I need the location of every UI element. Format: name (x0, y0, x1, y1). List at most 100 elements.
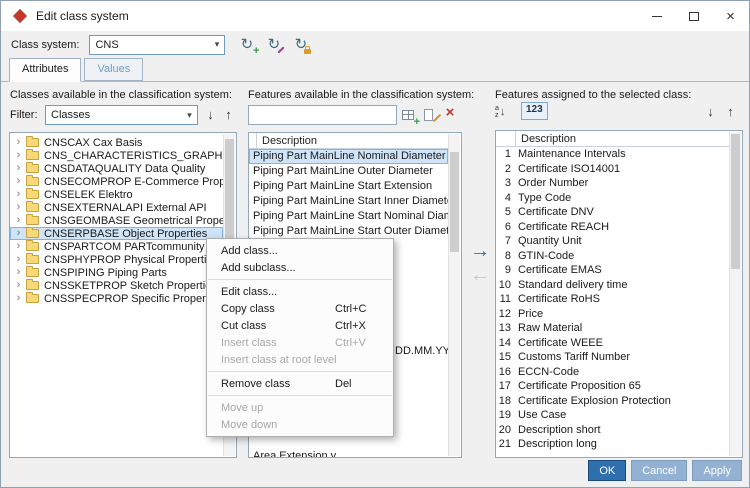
folder-icon (26, 175, 39, 186)
expand-chevron-icon[interactable]: › (13, 189, 24, 200)
tree-item[interactable]: › CNSSPECPROP Specific Properties (10, 292, 223, 305)
table-scrollbar[interactable] (729, 132, 741, 456)
assigned-feature-row[interactable]: 15 Customs Tariff Number (496, 350, 729, 365)
scrollbar-thumb[interactable] (731, 134, 740, 269)
expand-chevron-icon[interactable]: › (13, 293, 24, 304)
feature-row[interactable]: Piping Part MainLine Start Nominal Diame… (249, 209, 448, 224)
sort-alphabetical-button[interactable]: az ↓ (495, 103, 505, 120)
menu-item-remove-class[interactable]: Remove class Del (207, 375, 393, 392)
feature-row[interactable]: Piping Part MainLine Outer Diameter (249, 164, 448, 179)
tree-item[interactable]: › CNSGEOMBASE Geometrical Properties (10, 214, 223, 227)
expand-chevron-icon[interactable]: › (13, 202, 24, 213)
move-feature-down-button[interactable]: ↓ (703, 103, 718, 121)
assigned-feature-row[interactable]: 17 Certificate Proposition 65 (496, 379, 729, 394)
expand-chevron-icon[interactable]: › (13, 228, 24, 239)
assigned-feature-row[interactable]: 1 Maintenance Intervals (496, 147, 729, 162)
tab-values[interactable]: Values (84, 58, 144, 81)
assigned-feature-row[interactable]: 16 ECCN-Code (496, 365, 729, 380)
feature-row[interactable]: Piping Part MainLine Nominal Diameter (249, 149, 448, 164)
feature-row[interactable]: Piping Part MainLine Start Outer Diamete… (249, 224, 448, 239)
assigned-feature-row[interactable]: 21 Description long (496, 437, 729, 452)
tree-item[interactable]: › CNSELEK Elektro (10, 188, 223, 201)
list-scrollbar[interactable] (448, 134, 460, 456)
feature-row[interactable]: Piping Part MainLine Start Extension (249, 179, 448, 194)
tree-item[interactable]: › CNSEXTERNALAPI External API (10, 201, 223, 214)
edit-class-system-button[interactable]: ↻ (265, 36, 286, 54)
cancel-button[interactable]: Cancel (631, 460, 688, 481)
assigned-feature-row[interactable]: 10 Standard delivery time (496, 278, 729, 293)
assigned-feature-row[interactable]: 13 Raw Material (496, 321, 729, 336)
assigned-feature-row[interactable]: 3 Order Number (496, 176, 729, 191)
row-number: 7 (504, 235, 511, 247)
tree-item[interactable]: › CNSDATAQUALITY Data Quality (10, 162, 223, 175)
move-class-up-button[interactable]: ↑ (221, 106, 236, 124)
expand-chevron-icon[interactable]: › (13, 241, 24, 252)
feature-name: Order Number (518, 177, 589, 189)
row-number: 16 (498, 365, 511, 378)
assigned-feature-row[interactable]: 4 Type Code (496, 191, 729, 206)
assigned-table-header[interactable]: Description (496, 131, 729, 147)
menu-item-add-class[interactable]: Add class... (207, 242, 393, 259)
tree-item-label: CNSPARTCOM PARTcommunity (44, 240, 205, 253)
assigned-feature-row[interactable]: 8 GTIN-Code (496, 249, 729, 264)
feature-row[interactable]: Piping Part MainLine Start Inner Diamete… (249, 194, 448, 209)
description-column-header[interactable]: Description (516, 133, 576, 145)
assigned-feature-row[interactable]: 11 Certificate RoHS (496, 292, 729, 307)
expand-chevron-icon[interactable]: › (13, 280, 24, 291)
add-feature-button[interactable]: + (402, 108, 420, 128)
assigned-feature-row[interactable]: 14 Certificate WEEE (496, 336, 729, 351)
filter-combobox[interactable]: Classes ▾ (45, 105, 198, 125)
unassign-feature-button[interactable]: ← (467, 264, 493, 287)
tree-item[interactable]: › CNSCAX Cax Basis (10, 136, 223, 149)
assign-feature-button[interactable]: → (467, 240, 493, 263)
expand-chevron-icon[interactable]: › (13, 163, 24, 174)
expand-chevron-icon[interactable]: › (13, 267, 24, 278)
menu-item-copy-class[interactable]: Copy class Ctrl+C (207, 300, 393, 317)
tree-item[interactable]: › CNSPIPING Piping Parts (10, 266, 223, 279)
add-class-system-button[interactable]: ↻ + (238, 36, 260, 57)
assigned-feature-row[interactable]: 7 Quantity Unit (496, 234, 729, 249)
tree-item[interactable]: › CNSSKETPROP Sketch Properties (10, 279, 223, 292)
expand-chevron-icon[interactable]: › (13, 176, 24, 187)
edit-feature-button[interactable] (423, 108, 442, 124)
assigned-feature-row[interactable]: 9 Certificate EMAS (496, 263, 729, 278)
tree-item[interactable]: › CNSERPBASE Object Properties (10, 227, 223, 240)
delete-feature-button[interactable]: × (442, 105, 458, 121)
assigned-feature-row[interactable]: 20 Description short (496, 423, 729, 438)
maximize-button[interactable] (675, 1, 712, 31)
apply-button[interactable]: Apply (692, 460, 742, 481)
protect-class-system-button[interactable]: ↻ (292, 36, 312, 54)
assigned-feature-row[interactable]: 6 Certificate REACH (496, 220, 729, 235)
menu-item-cut-class[interactable]: Cut class Ctrl+X (207, 317, 393, 334)
expand-chevron-icon[interactable]: › (13, 254, 24, 265)
assigned-feature-row[interactable]: 18 Certificate Explosion Protection (496, 394, 729, 409)
feature-row[interactable]: Area Extension v (249, 449, 448, 457)
folder-icon (26, 266, 39, 277)
feature-filter-input[interactable] (248, 105, 397, 125)
expand-chevron-icon[interactable]: › (13, 150, 24, 161)
assigned-feature-row[interactable]: 5 Certificate DNV (496, 205, 729, 220)
expand-chevron-icon[interactable]: › (13, 215, 24, 226)
scrollbar-thumb[interactable] (225, 139, 234, 249)
tree-item[interactable]: › CNS_CHARACTERISTICS_GRAPH Characte... (10, 149, 223, 162)
scrollbar-thumb[interactable] (450, 152, 459, 252)
menu-item-add-subclass[interactable]: Add subclass... (207, 259, 393, 276)
close-button[interactable]: × (712, 1, 749, 31)
assigned-feature-row[interactable]: 2 Certificate ISO14001 (496, 162, 729, 177)
folder-icon (26, 214, 39, 225)
ok-button[interactable]: OK (588, 460, 627, 481)
tab-attributes[interactable]: Attributes (9, 58, 82, 82)
assigned-rows: 1 Maintenance Intervals 2 Certificate ISO14… (496, 147, 729, 457)
move-class-down-button[interactable]: ↓ (203, 106, 218, 124)
tree-item[interactable]: › CNSPHYPROP Physical Properties (10, 253, 223, 266)
show-numbers-toggle[interactable]: 123 (521, 102, 548, 120)
class-system-combobox[interactable]: CNS ▾ (89, 34, 226, 55)
minimize-button[interactable] (638, 1, 675, 31)
tree-item[interactable]: › CNSECOMPROP E-Commerce Properties (10, 175, 223, 188)
assigned-feature-row[interactable]: 12 Price (496, 307, 729, 322)
assigned-feature-row[interactable]: 19 Use Case (496, 408, 729, 423)
tree-item[interactable]: › CNSPARTCOM PARTcommunity (10, 240, 223, 253)
menu-item-edit-class[interactable]: Edit class... (207, 283, 393, 300)
move-feature-up-button[interactable]: ↑ (723, 103, 738, 121)
expand-chevron-icon[interactable]: › (13, 137, 24, 148)
